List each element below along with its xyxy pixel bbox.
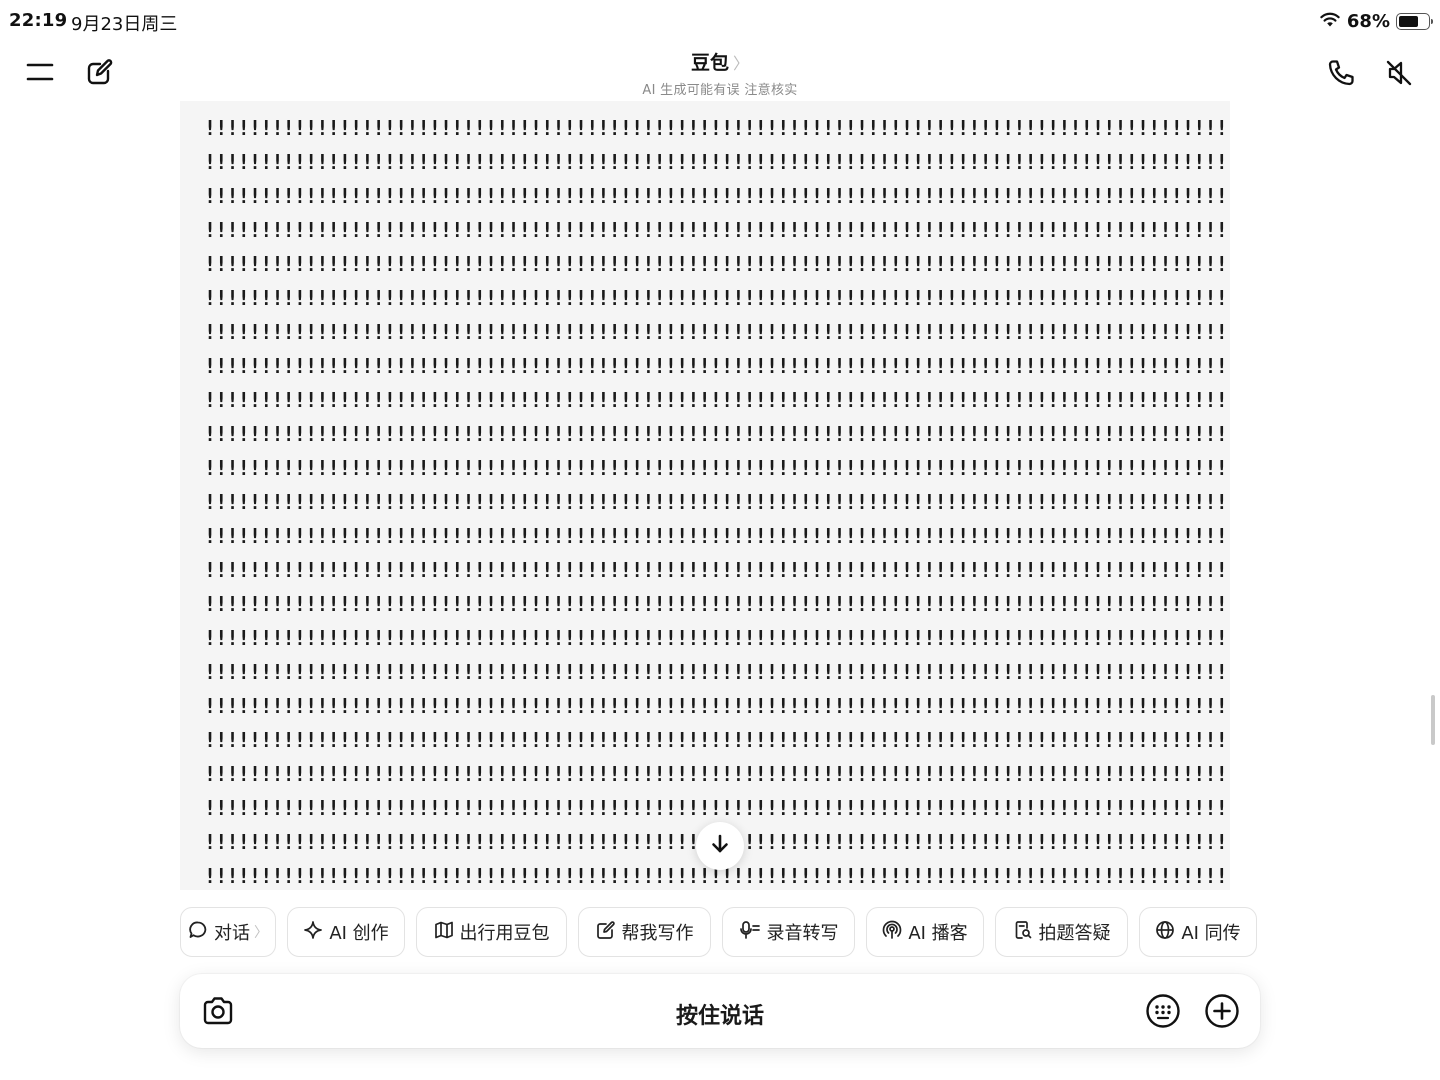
chip-label: 对话 [214, 923, 250, 944]
composer-bar: 按住说话 [180, 974, 1260, 1048]
arrow-down-icon [709, 833, 731, 859]
code-line: !!!!!!!!!!!!!!!!!!!!!!!!!!!!!!!!!!!!!!!!… [204, 626, 1230, 650]
chip-label: 拍题答疑 [1038, 923, 1111, 944]
code-line: !!!!!!!!!!!!!!!!!!!!!!!!!!!!!!!!!!!!!!!!… [204, 320, 1230, 344]
code-line: !!!!!!!!!!!!!!!!!!!!!!!!!!!!!!!!!!!!!!!!… [204, 490, 1230, 514]
chip-ai-interpret[interactable]: AI 同传 [1139, 907, 1257, 957]
new-chat-icon[interactable] [82, 54, 118, 90]
battery-percentage: 68% [1346, 10, 1390, 32]
chat-title-area[interactable]: 豆包 〉 AI 生成可能有误 注意核实 [520, 48, 920, 98]
chip-label: 录音转写 [766, 923, 839, 944]
code-line: !!!!!!!!!!!!!!!!!!!!!!!!!!!!!!!!!!!!!!!!… [204, 694, 1230, 718]
code-line: !!!!!!!!!!!!!!!!!!!!!!!!!!!!!!!!!!!!!!!!… [204, 286, 1230, 310]
chip-label: AI 同传 [1181, 923, 1241, 944]
code-line: !!!!!!!!!!!!!!!!!!!!!!!!!!!!!!!!!!!!!!!!… [204, 558, 1230, 582]
code-line: !!!!!!!!!!!!!!!!!!!!!!!!!!!!!!!!!!!!!!!!… [204, 592, 1230, 616]
code-line: !!!!!!!!!!!!!!!!!!!!!!!!!!!!!!!!!!!!!!!!… [204, 456, 1230, 480]
battery-icon [1396, 12, 1433, 30]
chip-label: 帮我写作 [621, 923, 694, 944]
wifi-icon [1319, 10, 1341, 32]
scroll-indicator[interactable] [1431, 695, 1435, 745]
speaker-muted-icon[interactable] [1380, 54, 1418, 92]
phone-icon[interactable] [1322, 54, 1360, 92]
ai-disclaimer: AI 生成可能有误 注意核实 [642, 83, 798, 98]
battery-level-fill [1399, 15, 1419, 27]
code-line: !!!!!!!!!!!!!!!!!!!!!!!!!!!!!!!!!!!!!!!!… [204, 422, 1230, 446]
bot-name: 豆包 [690, 52, 729, 74]
chip-podcast[interactable]: AI 播客 [866, 907, 984, 957]
scroll-to-bottom-button[interactable] [696, 822, 744, 870]
chip-chat[interactable]: 对话 〉 [180, 907, 276, 957]
skill-chips: 对话 〉 AI 创作 出行用豆包 帮我写作 录音转写 AI 播客 拍题答疑 AI… [180, 907, 1260, 957]
status-right: 68% [1319, 9, 1433, 33]
code-line: !!!!!!!!!!!!!!!!!!!!!!!!!!!!!!!!!!!!!!!!… [204, 252, 1230, 276]
add-icon[interactable] [1202, 991, 1242, 1031]
mic-text-icon [739, 920, 761, 945]
status-date: 9月23日周三 [71, 14, 178, 35]
sparkle-icon [303, 920, 323, 945]
chat-bubble-icon [188, 920, 208, 945]
chip-ai-create[interactable]: AI 创作 [287, 907, 405, 957]
podcast-icon [882, 920, 902, 945]
map-icon [434, 920, 454, 945]
keyboard-icon[interactable] [1143, 991, 1183, 1031]
chip-write[interactable]: 帮我写作 [578, 907, 711, 957]
code-line: !!!!!!!!!!!!!!!!!!!!!!!!!!!!!!!!!!!!!!!!… [204, 660, 1230, 684]
message-code-block: !!!!!!!!!!!!!!!!!!!!!!!!!!!!!!!!!!!!!!!!… [180, 101, 1230, 890]
globe-icon [1155, 920, 1175, 945]
code-line: !!!!!!!!!!!!!!!!!!!!!!!!!!!!!!!!!!!!!!!!… [204, 354, 1230, 378]
code-line: !!!!!!!!!!!!!!!!!!!!!!!!!!!!!!!!!!!!!!!!… [204, 524, 1230, 548]
chip-label: 出行用豆包 [459, 923, 550, 944]
top-bar: 豆包 〉 AI 生成可能有误 注意核实 [0, 42, 1440, 100]
edit-icon [596, 920, 616, 945]
code-line: !!!!!!!!!!!!!!!!!!!!!!!!!!!!!!!!!!!!!!!!… [204, 762, 1230, 786]
chip-photo-question[interactable]: 拍题答疑 [995, 907, 1128, 957]
code-line: !!!!!!!!!!!!!!!!!!!!!!!!!!!!!!!!!!!!!!!!… [204, 150, 1230, 174]
code-line: !!!!!!!!!!!!!!!!!!!!!!!!!!!!!!!!!!!!!!!!… [204, 184, 1230, 208]
chip-label: AI 创作 [329, 923, 389, 944]
status-bar: 22:19 9月23日周三 68% [0, 0, 1440, 42]
hold-to-talk-button[interactable]: 按住说话 [180, 998, 1260, 1030]
code-line: !!!!!!!!!!!!!!!!!!!!!!!!!!!!!!!!!!!!!!!!… [204, 388, 1230, 412]
doc-search-icon [1013, 920, 1033, 945]
code-line: !!!!!!!!!!!!!!!!!!!!!!!!!!!!!!!!!!!!!!!!… [204, 218, 1230, 242]
chip-label: AI 播客 [908, 923, 968, 944]
code-line: !!!!!!!!!!!!!!!!!!!!!!!!!!!!!!!!!!!!!!!!… [204, 728, 1230, 752]
chevron-right-icon: 〉 [733, 53, 750, 73]
status-time: 22:19 [9, 10, 68, 31]
bot-title[interactable]: 豆包 〉 [691, 48, 749, 75]
chip-travel[interactable]: 出行用豆包 [416, 907, 567, 957]
menu-icon[interactable] [22, 54, 58, 90]
chip-transcribe[interactable]: 录音转写 [722, 907, 855, 957]
code-line: !!!!!!!!!!!!!!!!!!!!!!!!!!!!!!!!!!!!!!!!… [204, 116, 1230, 140]
code-lines: !!!!!!!!!!!!!!!!!!!!!!!!!!!!!!!!!!!!!!!!… [204, 114, 1230, 890]
chevron-right-icon: 〉 [254, 925, 268, 941]
